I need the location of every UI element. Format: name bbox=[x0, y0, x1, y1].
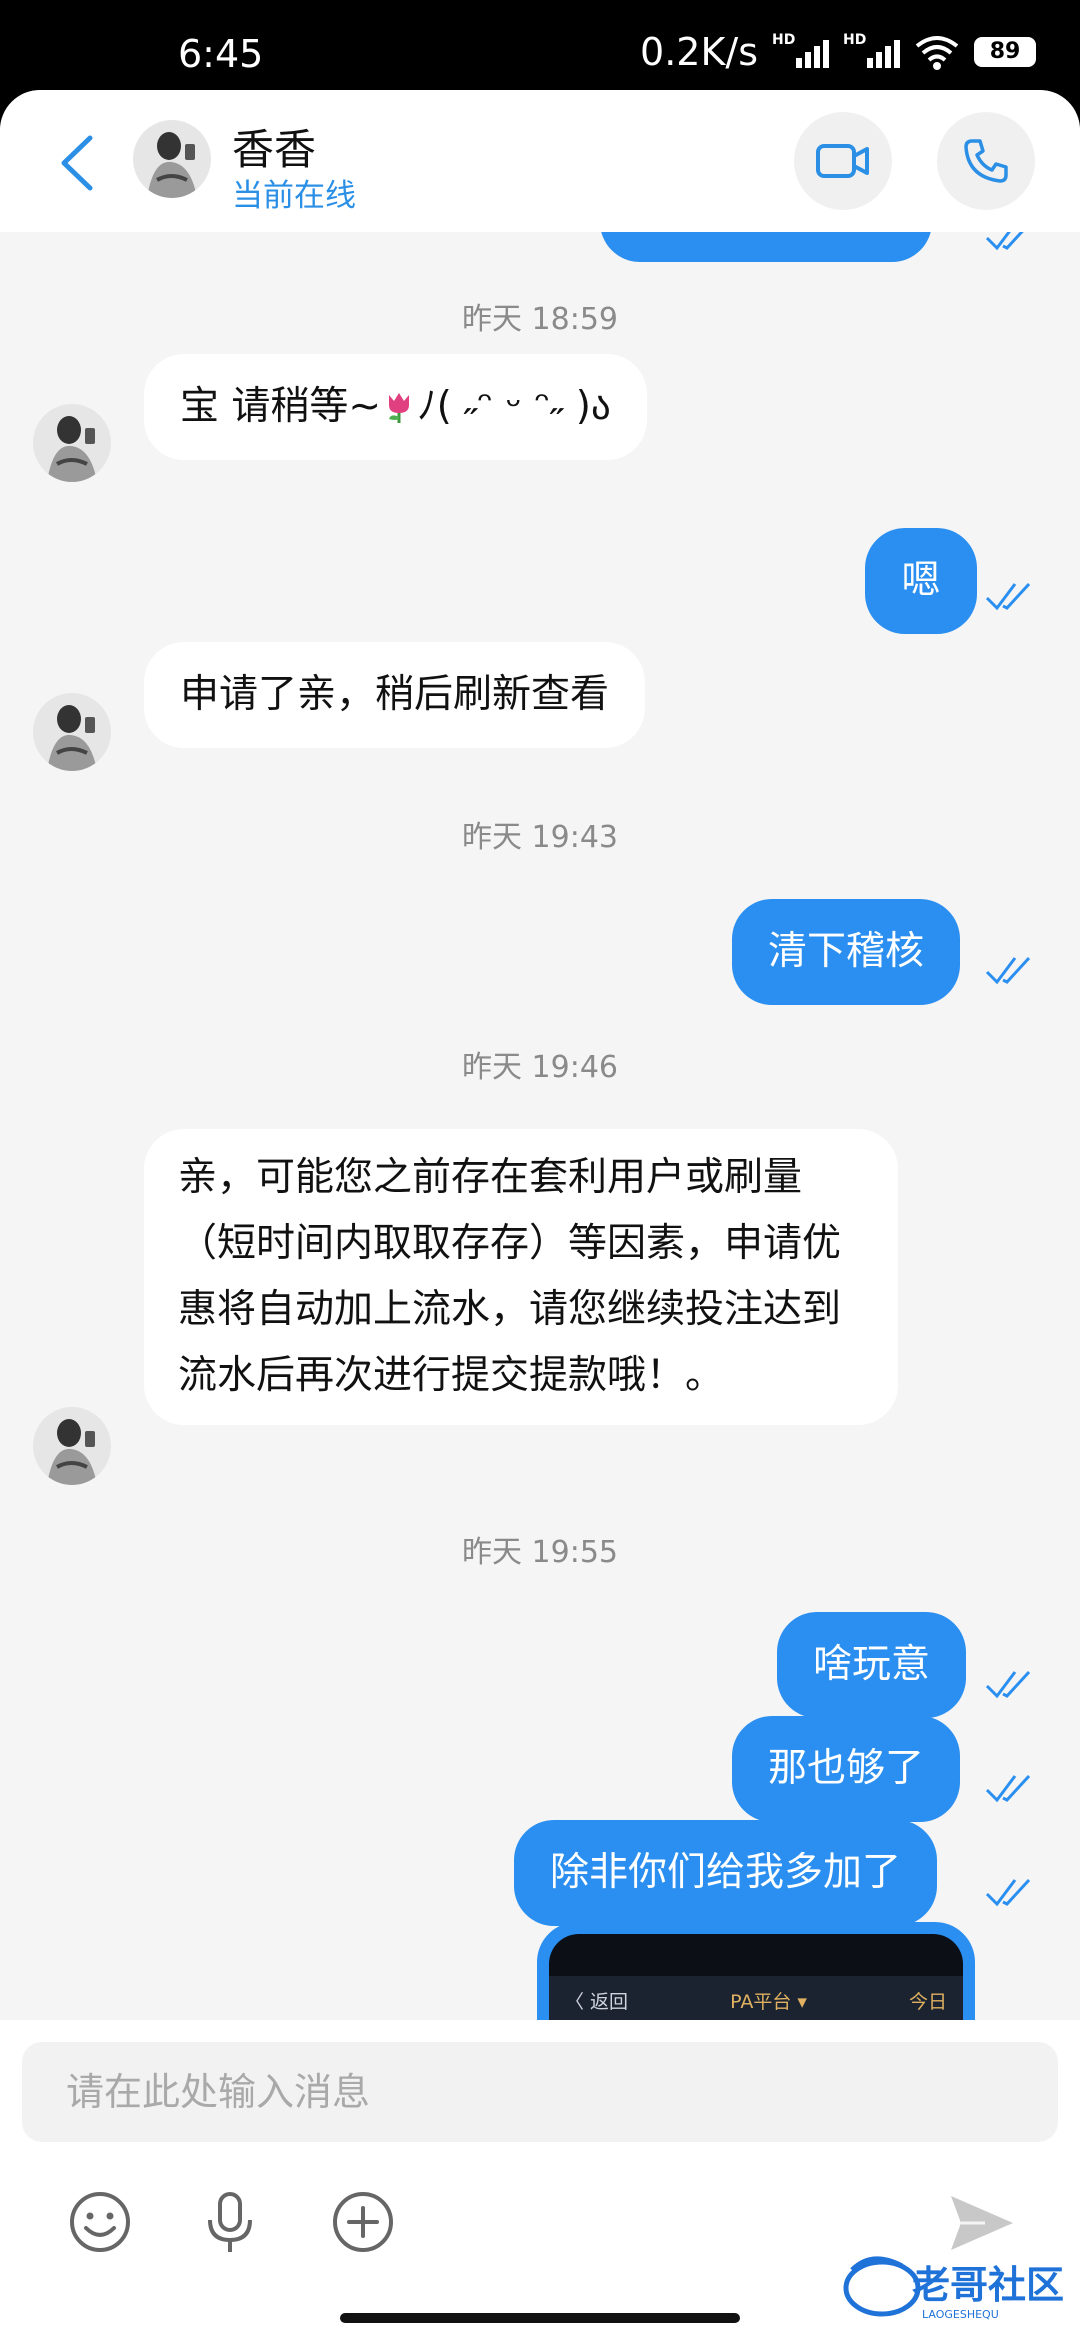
image-back-text: 〈 返回 bbox=[565, 1990, 629, 2013]
kaomoji-text: ﾉ( ˶ᵔ ᵕ ᵔ˶ )ა bbox=[417, 384, 611, 429]
back-button[interactable] bbox=[50, 128, 106, 198]
contact-name: 香香 bbox=[232, 125, 317, 174]
status-bar: 6:45 0.2K/s HD HD 89 bbox=[0, 0, 1080, 90]
message-text: 宝 请稍等~ bbox=[180, 384, 382, 429]
message-text: 啥玩意 bbox=[813, 1642, 931, 1687]
screenshot-image[interactable]: 〈 返回 PA平台 ▾ 今日 bbox=[549, 1934, 963, 2020]
watermark-subtext: LAOGESHEQU bbox=[922, 2308, 999, 2321]
read-receipt-icon bbox=[985, 956, 1031, 985]
read-receipt-icon bbox=[985, 232, 1024, 251]
signal-2-icon: HD bbox=[843, 32, 900, 68]
tulip-emoji-icon bbox=[389, 393, 410, 423]
voice-call-button[interactable] bbox=[937, 112, 1035, 210]
voice-input-button[interactable] bbox=[196, 2188, 264, 2256]
outgoing-message-bubble[interactable]: 嗯 bbox=[865, 528, 977, 634]
image-title-text: PA平台 ▾ bbox=[730, 1990, 807, 2013]
timestamp-separator: 昨天 19:43 bbox=[462, 820, 618, 855]
contact-avatar-small[interactable] bbox=[33, 693, 111, 771]
wifi-icon bbox=[915, 36, 959, 70]
smiley-icon bbox=[70, 2192, 130, 2252]
message-text: 那也够了 bbox=[768, 1746, 925, 1791]
watermark-text: 老哥社区 bbox=[912, 2263, 1064, 2307]
status-icons: 0.2K/s HD HD 89 bbox=[640, 30, 1036, 74]
microphone-icon bbox=[208, 2192, 252, 2252]
outgoing-message-bubble[interactable]: 除非你们给我多加了 bbox=[514, 1820, 938, 1926]
message-text: 除非你们给我多加了 bbox=[550, 1850, 902, 1895]
message-text: 亲，可能您之前存在套利用户或刷量（短时间内取取存存）等因素，申请优惠将自动加上流… bbox=[178, 1155, 842, 1398]
contact-avatar-small[interactable] bbox=[33, 404, 111, 482]
read-receipt-icon bbox=[985, 582, 1031, 611]
status-time: 6:45 bbox=[178, 32, 264, 76]
send-button[interactable] bbox=[945, 2186, 1019, 2260]
message-input[interactable] bbox=[22, 2042, 1058, 2142]
read-receipt-icon bbox=[985, 1670, 1031, 1699]
video-camera-icon bbox=[816, 144, 869, 178]
image-right-text: 今日 bbox=[908, 1990, 947, 2013]
watermark-logo: 老哥社区 LAOGESHEQU bbox=[842, 2250, 1072, 2326]
outgoing-message-bubble[interactable]: 清下稽核 bbox=[732, 899, 961, 1005]
message-text: 清下稽核 bbox=[768, 929, 925, 974]
timestamp-separator: 昨天 18:59 bbox=[462, 302, 618, 337]
contact-avatar-small[interactable] bbox=[33, 1407, 111, 1485]
battery-icon: 89 bbox=[974, 37, 1036, 67]
image-message-bubble[interactable]: 〈 返回 PA平台 ▾ 今日 bbox=[537, 1922, 975, 2020]
incoming-message-bubble[interactable]: 宝 请稍等~ ﾉ( ˶ᵔ ᵕ ᵔ˶ )ა bbox=[144, 354, 647, 460]
plus-circle-icon bbox=[333, 2192, 393, 2252]
net-speed: 0.2K/s bbox=[640, 30, 758, 74]
previous-message-bubble[interactable] bbox=[600, 232, 932, 262]
message-text: 嗯 bbox=[901, 558, 941, 603]
outgoing-message-bubble[interactable]: 啥玩意 bbox=[777, 1612, 967, 1718]
attach-button[interactable] bbox=[329, 2188, 397, 2256]
phone-icon bbox=[964, 139, 1008, 183]
contact-avatar[interactable] bbox=[133, 120, 211, 198]
home-indicator[interactable] bbox=[340, 2313, 740, 2323]
chevron-left-icon bbox=[61, 135, 93, 191]
read-receipt-icon bbox=[985, 1774, 1031, 1803]
chat-header: 香香 当前在线 bbox=[0, 90, 1080, 232]
send-arrow-icon bbox=[951, 2196, 1013, 2250]
online-status: 当前在线 bbox=[232, 178, 356, 214]
read-receipt-icon bbox=[985, 1878, 1031, 1907]
message-list[interactable]: 昨天 18:59 宝 请稍等~ ﾉ( ˶ᵔ ᵕ ᵔ˶ )ა 嗯 申请了亲，稍后刷新… bbox=[0, 232, 1080, 2020]
video-call-button[interactable] bbox=[794, 112, 892, 210]
outgoing-message-bubble[interactable]: 那也够了 bbox=[732, 1716, 961, 1822]
incoming-message-bubble[interactable]: 申请了亲，稍后刷新查看 bbox=[144, 642, 646, 748]
message-text: 申请了亲，稍后刷新查看 bbox=[180, 672, 610, 717]
chat-screen: 香香 当前在线 昨天 18:59 宝 请稍等~ ﾉ( ˶ᵔ ᵕ ᵔ˶ )ა 嗯 bbox=[0, 90, 1080, 2340]
timestamp-separator: 昨天 19:55 bbox=[462, 1535, 618, 1570]
incoming-message-bubble[interactable]: 亲，可能您之前存在套利用户或刷量（短时间内取取存存）等因素，申请优惠将自动加上流… bbox=[144, 1129, 898, 1425]
emoji-button[interactable] bbox=[66, 2188, 134, 2256]
timestamp-separator: 昨天 19:46 bbox=[462, 1050, 618, 1085]
signal-1-icon: HD bbox=[772, 32, 829, 68]
